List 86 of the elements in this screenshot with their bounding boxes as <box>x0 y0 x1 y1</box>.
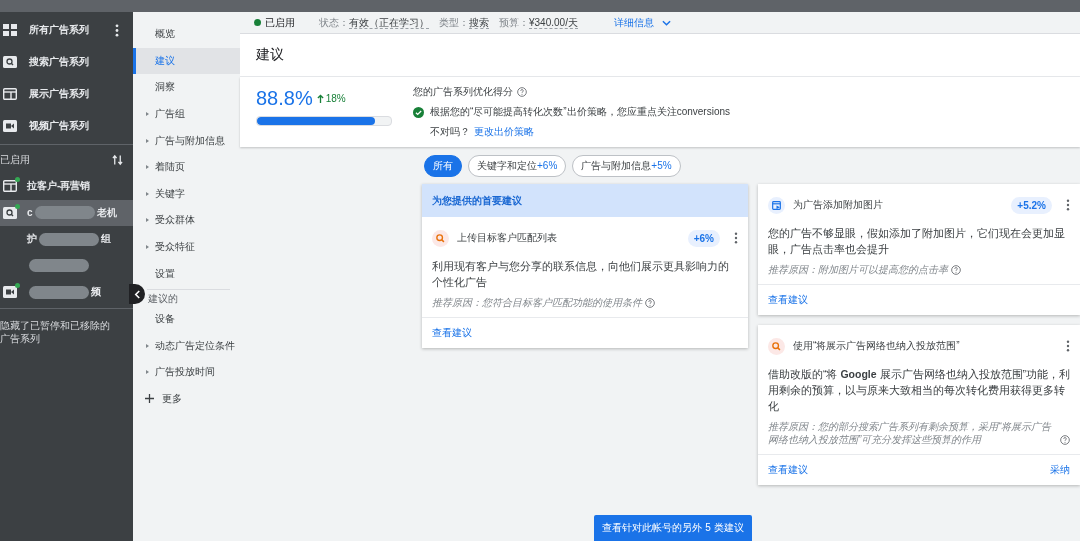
help-icon[interactable] <box>517 87 527 97</box>
more-icon[interactable] <box>115 23 119 37</box>
nav-item[interactable]: 动态广告定位条件 <box>133 332 240 360</box>
filter-chip[interactable]: 所有 <box>424 155 462 177</box>
plus-icon <box>145 394 154 404</box>
score-message: 根据您的“尽可能提高转化次数”出价策略，您应重点关注conversions <box>430 105 731 119</box>
view-recommendation-link[interactable]: 查看建议 <box>768 463 808 477</box>
campaign-status: 已启用 <box>265 15 295 30</box>
more-recommendations-button[interactable]: 查看针对此帐号的另外 5 类建议 <box>594 515 752 541</box>
help-icon[interactable] <box>645 298 655 308</box>
search-icon <box>768 337 785 355</box>
view-recommendation-link[interactable]: 查看建议 <box>768 293 808 307</box>
help-icon[interactable] <box>1060 435 1070 445</box>
optimization-score: 88.8% <box>256 87 313 110</box>
sort-icon[interactable] <box>112 154 123 166</box>
nav-item[interactable]: 建议 <box>133 47 240 75</box>
field-value: 搜索 <box>469 16 489 29</box>
apply-link[interactable]: 采纳 <box>1050 463 1070 477</box>
nav-item[interactable]: 受众群体 <box>133 207 240 234</box>
recommendation-description: 您的广告不够显眼，假如添加了附加图片，它们现在会更加显眼，广告点击率也会提升 <box>767 226 1066 257</box>
bid-strategy-link[interactable]: 更改出价策略 <box>474 126 534 137</box>
chevron-down-icon[interactable] <box>661 19 671 26</box>
sidebar-note: 隐藏了已暂停和已移除的广告系列 <box>0 318 111 345</box>
page-title: 建议 <box>256 46 284 64</box>
nav-item[interactable]: 设置 <box>133 260 240 287</box>
recommendation-title: 上传目标客户匹配列表 <box>457 231 557 245</box>
recommendation-description: 借助改版的“将 Google 展示广告网络也纳入投放范围”功能，利用剩余的预算，以与原来大致相当的每次转化费用获得更多转化 <box>767 367 1071 414</box>
score-title: 您的广告系列优化得分 <box>413 85 513 99</box>
search-icon <box>3 56 17 68</box>
video-icon <box>3 120 17 132</box>
score-change: 18% <box>325 93 346 104</box>
view-recommendation-link[interactable]: 查看建议 <box>432 326 472 340</box>
display-icon <box>3 180 17 193</box>
nav-item[interactable]: 广告投放时间 <box>133 359 240 386</box>
help-icon[interactable] <box>951 265 961 275</box>
campaign-item[interactable]: c 老机 <box>0 199 133 226</box>
image-icon <box>768 196 785 214</box>
more-icon[interactable] <box>1066 199 1070 211</box>
search-icon <box>3 206 17 219</box>
nav-item[interactable]: 概览 <box>133 21 240 48</box>
nav-item[interactable]: 关键字 <box>133 180 240 208</box>
campaign-item[interactable]: 护 组 <box>0 226 133 253</box>
filter-chip[interactable]: 广告与附加信息+5% <box>572 155 681 177</box>
field-value: ¥340.00/天 <box>529 16 578 29</box>
more-link[interactable]: 更多 <box>162 391 182 406</box>
nav-item[interactable]: 着陆页 <box>133 153 240 181</box>
details-link[interactable]: 详细信息 <box>613 15 654 30</box>
field-label: 类型： <box>439 16 469 28</box>
recommendation-title: 为广告添加附加图片 <box>793 198 883 212</box>
more-icon[interactable] <box>734 232 738 244</box>
campaign-item[interactable]: 拉客户-再营销 <box>0 173 133 200</box>
section-label: 已启用 <box>0 153 30 167</box>
more-icon[interactable] <box>1066 340 1070 352</box>
recommendation-title: 使用“将展示广告网络也纳入投放范围” <box>793 339 960 353</box>
nav-item[interactable]: 设备 <box>133 305 240 333</box>
uplift-badge: +5.2% <box>1011 196 1052 214</box>
check-icon <box>413 106 424 118</box>
recommendation-reason: 推荐原因：您的部分搜索广告系列有剩余预算，采用“将展示广告网络也纳入投放范围”可充分发挥这些预算的作用 <box>768 420 1053 446</box>
video-icon <box>3 286 17 299</box>
question-text: 不对吗？ <box>430 126 470 137</box>
search-icon <box>432 229 449 247</box>
filter-chip[interactable]: 关键字和定位+6% <box>468 155 567 177</box>
recommendation-reason: 推荐原因：您符合目标客户匹配功能的使用条件 <box>432 296 642 309</box>
field-label: 状态： <box>319 16 349 28</box>
arrow-up-icon <box>316 94 324 103</box>
nav-item[interactable]: 洞察 <box>133 74 240 101</box>
nav-item[interactable]: 受众特征 <box>133 233 240 261</box>
field-label: 预算： <box>499 16 529 28</box>
recommendation-reason: 推荐原因：附加图片可以提高您的点击率 <box>768 263 948 276</box>
section-header: 为您提供的首要建议 <box>422 184 748 217</box>
nav-section-label: 建议的 <box>148 291 178 306</box>
nav-item[interactable]: 广告与附加信息 <box>133 127 240 154</box>
sidebar-item[interactable]: 搜索广告系列 <box>29 55 89 69</box>
campaign-item[interactable]: 频 <box>0 279 133 306</box>
field-value: 有效（正在学习） <box>349 16 429 29</box>
uplift-badge: +6% <box>687 229 720 247</box>
sidebar-header[interactable]: 所有广告系列 <box>29 23 89 37</box>
display-icon <box>3 88 17 100</box>
sidebar-item[interactable]: 展示广告系列 <box>29 87 89 101</box>
sidebar-item[interactable]: 视频广告系列 <box>29 119 89 133</box>
recommendation-description: 利用现有客户与您分享的联系信息，向他们展示更具影响力的个性化广告 <box>431 259 730 290</box>
chevron-left-icon <box>133 289 141 299</box>
collapse-button[interactable] <box>129 284 145 304</box>
status-dot <box>254 19 261 26</box>
nav-item[interactable]: 广告组 <box>133 100 240 128</box>
grid-icon <box>3 24 17 36</box>
